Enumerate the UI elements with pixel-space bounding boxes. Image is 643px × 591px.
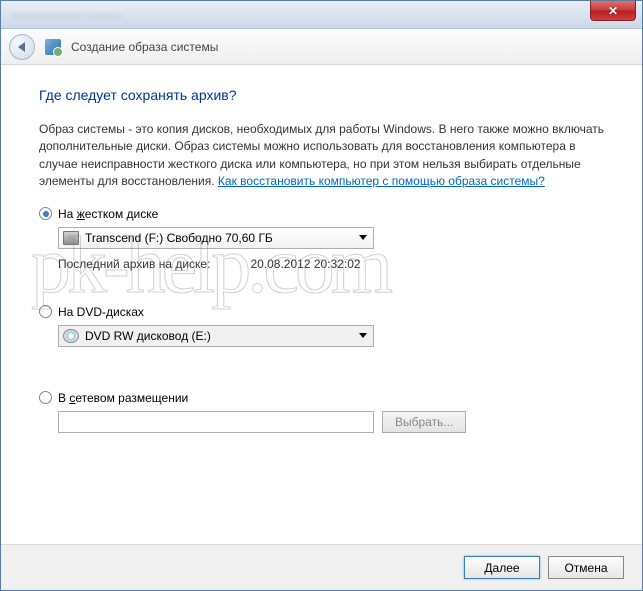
chevron-down-icon bbox=[359, 235, 367, 240]
radio-hdd-label: На жестком диске bbox=[58, 207, 158, 221]
radio-network[interactable] bbox=[39, 391, 52, 404]
hdd-combo-text: Transcend (F:) Свободно 70,60 ГБ bbox=[85, 231, 359, 245]
radio-dvd-label: На DVD-дисках bbox=[58, 305, 144, 319]
hdd-combo[interactable]: Transcend (F:) Свободно 70,60 ГБ bbox=[58, 227, 374, 249]
radio-dvd[interactable] bbox=[39, 305, 52, 318]
close-button[interactable]: ✕ bbox=[590, 1, 636, 21]
content-area: Где следует сохранять архив? Образ систе… bbox=[1, 65, 642, 433]
dvd-combo-text: DVD RW дисковод (E:) bbox=[85, 329, 359, 343]
help-link[interactable]: Как восстановить компьютер с помощью обр… bbox=[218, 174, 545, 188]
next-button[interactable]: Далее bbox=[464, 556, 540, 579]
last-backup-label: Последний архив на диске: bbox=[58, 257, 210, 271]
wizard-title: Создание образа системы bbox=[71, 40, 218, 54]
wizard-header: Создание образа системы bbox=[1, 29, 642, 65]
radio-network-label: В сетевом размещении bbox=[58, 391, 188, 405]
last-backup-value: 20.08.2012 20:32:02 bbox=[250, 257, 360, 271]
dialog-window: —————— ——— ✕ Создание образа системы Где… bbox=[0, 0, 643, 591]
close-icon: ✕ bbox=[608, 4, 618, 18]
back-arrow-icon bbox=[18, 42, 25, 52]
option-network: В сетевом размещении Выбрать... bbox=[39, 391, 604, 433]
footer: Далее Отмена bbox=[1, 544, 642, 590]
back-button[interactable] bbox=[9, 34, 35, 60]
last-backup-row: Последний архив на диске: 20.08.2012 20:… bbox=[58, 257, 604, 271]
page-heading: Где следует сохранять архив? bbox=[39, 87, 604, 103]
option-hard-disk: На жестком диске Transcend (F:) Свободно… bbox=[39, 207, 604, 271]
radio-row-network[interactable]: В сетевом размещении bbox=[39, 391, 604, 405]
radio-row-hdd[interactable]: На жестком диске bbox=[39, 207, 604, 221]
cancel-button[interactable]: Отмена bbox=[548, 556, 624, 579]
dvd-combo[interactable]: DVD RW дисковод (E:) bbox=[58, 325, 374, 347]
radio-row-dvd[interactable]: На DVD-дисках bbox=[39, 305, 604, 319]
titlebar-text: —————— ——— bbox=[11, 8, 122, 22]
radio-hdd[interactable] bbox=[39, 207, 52, 220]
option-dvd: На DVD-дисках DVD RW дисковод (E:) bbox=[39, 305, 604, 347]
titlebar[interactable]: —————— ——— ✕ bbox=[1, 1, 642, 29]
network-input-row: Выбрать... bbox=[58, 411, 604, 433]
description-text: Образ системы - это копия дисков, необхо… bbox=[39, 121, 604, 191]
network-path-input[interactable] bbox=[58, 411, 374, 433]
dvd-icon bbox=[63, 329, 79, 343]
chevron-down-icon bbox=[359, 333, 367, 338]
browse-button[interactable]: Выбрать... bbox=[382, 411, 466, 433]
drive-icon bbox=[63, 231, 79, 245]
system-image-icon bbox=[45, 39, 61, 55]
